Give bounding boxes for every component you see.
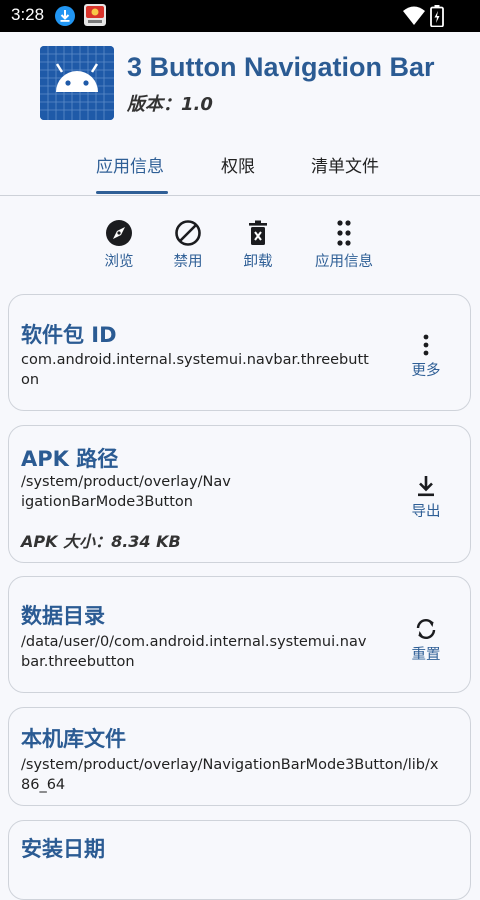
browse-button[interactable]: 浏览: [96, 212, 142, 271]
data-dir-value[interactable]: /data/user/0/com.android.internal.system…: [21, 633, 371, 672]
reset-button[interactable]: 重置: [401, 617, 451, 664]
package-id-value[interactable]: com.android.internal.systemui.navbar.thr…: [21, 351, 371, 390]
uninstall-button[interactable]: 卸载: [235, 212, 281, 271]
action-row: 浏览 禁用 卸载 应用信息: [0, 212, 480, 282]
compass-icon: [106, 220, 132, 246]
app-notification-icon: [84, 4, 106, 26]
app-info-label: 应用信息: [315, 254, 373, 270]
wifi-icon: [403, 6, 425, 25]
status-time: 3:28: [11, 5, 45, 24]
native-lib-title: 本机库文件: [21, 727, 126, 751]
package-id-card: 软件包 ID com.android.internal.systemui.nav…: [8, 294, 471, 411]
apk-path-title: APK 路径: [21, 447, 119, 471]
android-app-logo-icon: [40, 46, 114, 120]
tab-app-info[interactable]: 应用信息: [96, 152, 164, 177]
app-info-button[interactable]: 应用信息: [310, 212, 378, 271]
apk-size: APK 大小：8.34 KB: [21, 532, 181, 551]
disable-label: 禁用: [173, 254, 203, 270]
export-button[interactable]: 导出: [401, 474, 451, 521]
native-lib-card: 本机库文件 /system/product/overlay/Navigation…: [8, 707, 471, 806]
install-date-title: 安装日期: [21, 837, 105, 861]
disable-button[interactable]: 禁用: [165, 212, 211, 271]
status-bar: 3:28: [0, 0, 480, 32]
tab-manifest[interactable]: 清单文件: [311, 152, 379, 177]
app-header: 3 Button Navigation Bar 版本：1.0: [0, 32, 480, 150]
export-label: 导出: [411, 504, 441, 520]
reset-label: 重置: [411, 647, 441, 663]
trash-icon: [249, 220, 267, 245]
uninstall-label: 卸载: [243, 254, 273, 270]
more-button[interactable]: 更多: [401, 333, 451, 380]
app-name: 3 Button Navigation Bar: [127, 52, 435, 82]
tab-permissions[interactable]: 权限: [221, 152, 255, 177]
native-lib-value[interactable]: /system/product/overlay/NavigationBarMod…: [21, 756, 441, 795]
block-icon: [175, 220, 201, 246]
tab-bar: 应用信息 权限 清单文件: [0, 150, 480, 196]
apk-path-value[interactable]: /system/product/overlay/NavigationBarMod…: [21, 473, 231, 512]
download-icon: [418, 476, 434, 497]
sync-icon: [416, 619, 436, 639]
browse-label: 浏览: [104, 254, 134, 270]
battery-charging-icon: [430, 5, 444, 27]
data-dir-title: 数据目录: [21, 604, 105, 628]
app-version: 版本：1.0: [127, 94, 213, 115]
grid-dots-icon: [337, 220, 351, 246]
apk-path-card: APK 路径 /system/product/overlay/Navigatio…: [8, 425, 471, 563]
more-vert-icon: [423, 334, 429, 356]
install-date-card: 安装日期: [8, 820, 471, 900]
tab-indicator: [96, 191, 168, 194]
more-label: 更多: [411, 363, 441, 379]
package-id-title: 软件包 ID: [21, 323, 117, 347]
download-notification-icon: [55, 6, 75, 26]
data-dir-card: 数据目录 /data/user/0/com.android.internal.s…: [8, 576, 471, 693]
